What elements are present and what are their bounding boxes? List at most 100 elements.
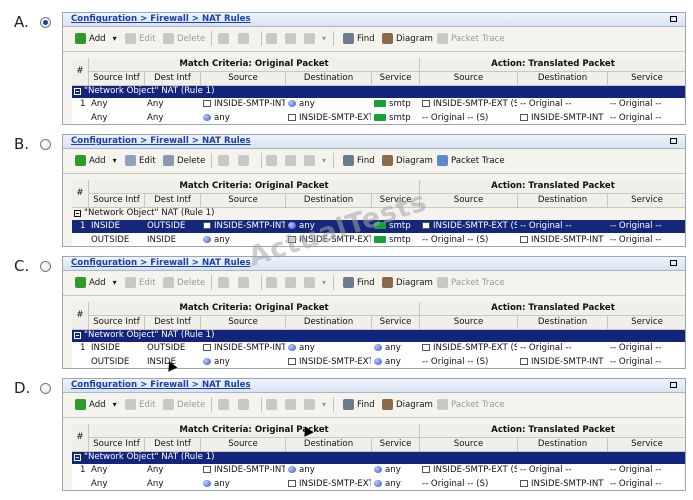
table-row[interactable]: Any Any any INSIDE-SMTP-EXT any -- Original -… [72,478,685,490]
edit-button[interactable]: Edit [125,155,156,166]
cell-text: -- Original -- [610,221,662,231]
table-row[interactable]: Any Any any INSIDE-SMTP-EXT smtp -- Original … [72,112,685,124]
rule-group-row[interactable]: "Network Object" NAT (Rule 1) [72,330,685,342]
move-up-button[interactable] [218,33,229,44]
chevron-down-icon[interactable]: ▾ [322,400,326,409]
move-down-button[interactable] [238,33,249,44]
cell-text: any [385,479,401,489]
find-button[interactable]: Find [343,33,375,44]
table-row[interactable]: 1 Any Any INSIDE-SMTP-INT any any INSIDE-SMTP-… [72,464,685,477]
restore-icon[interactable] [670,382,677,388]
add-button[interactable]: Add ▾ [75,277,117,288]
option-radio[interactable] [40,383,51,394]
delete-button[interactable]: Delete [163,155,205,166]
match-criteria-header: Match Criteria: Original Packet [89,180,420,194]
toolbar-separator [333,153,334,168]
copy-button[interactable] [285,399,296,410]
option-radio[interactable] [40,139,51,150]
chevron-down-icon[interactable]: ▾ [113,400,117,409]
rule-group-row[interactable]: "Network Object" NAT (Rule 1) [72,86,685,98]
column-header-num: # [72,424,89,452]
cut-button[interactable] [266,33,277,44]
edit-button[interactable]: Edit [125,33,156,44]
cut-button[interactable] [266,277,277,288]
move-up-button[interactable] [218,155,229,166]
chevron-down-icon[interactable]: ▾ [322,278,326,287]
collapse-icon[interactable] [74,454,81,461]
find-button[interactable]: Find [343,277,375,288]
add-button[interactable]: Add ▾ [75,33,117,44]
find-button[interactable]: Find [343,399,375,410]
toolbar-separator [261,31,262,46]
cut-button[interactable] [266,155,277,166]
breadcrumb[interactable]: Configuration > Firewall > NAT Rules [71,258,251,268]
chevron-down-icon[interactable]: ▾ [113,278,117,287]
delete-button[interactable]: Delete [163,399,205,410]
diagram-button[interactable]: Diagram [382,33,433,44]
option-radio[interactable] [40,261,51,272]
cell-text: INSIDE-SMTP-EXT [299,357,371,367]
add-button[interactable]: Add ▾ [75,399,117,410]
paste-button[interactable]: ▾ [304,277,326,288]
copy-button[interactable] [285,155,296,166]
edit-button[interactable]: Edit [125,277,156,288]
rule-group-row[interactable]: "Network Object" NAT (Rule 1) [72,452,685,464]
add-button[interactable]: Add ▾ [75,155,117,166]
move-up-button[interactable] [218,277,229,288]
packet-trace-button[interactable]: Packet Trace [437,155,505,166]
paste-button[interactable]: ▾ [304,155,326,166]
breadcrumb[interactable]: Configuration > Firewall > NAT Rules [71,136,251,146]
paste-button[interactable]: ▾ [304,399,326,410]
collapse-icon[interactable] [74,332,81,339]
diagram-label: Diagram [396,155,433,166]
packet-trace-button[interactable]: Packet Trace [437,33,505,44]
cell-service: smtp [374,235,419,245]
chevron-down-icon[interactable]: ▾ [322,34,326,43]
diagram-button[interactable]: Diagram [382,155,433,166]
collapse-icon[interactable] [74,88,81,95]
packet-trace-button[interactable]: Packet Trace [437,277,505,288]
cell-src-intf: Any [91,465,144,475]
breadcrumb[interactable]: Configuration > Firewall > NAT Rules [71,14,251,24]
edit-button[interactable]: Edit [125,399,156,410]
chevron-down-icon[interactable]: ▾ [113,156,117,165]
restore-icon[interactable] [670,16,677,22]
collapse-icon[interactable] [74,210,81,217]
column-header: Source Intf [89,316,145,330]
cell-source: INSIDE-SMTP-INT [203,465,285,475]
restore-icon[interactable] [670,138,677,144]
chevron-down-icon[interactable]: ▾ [113,34,117,43]
delete-button[interactable]: Delete [163,277,205,288]
diagram-button[interactable]: Diagram [382,399,433,410]
delete-button[interactable]: Delete [163,33,205,44]
diagram-button[interactable]: Diagram [382,277,433,288]
move-down-button[interactable] [238,155,249,166]
copy-button[interactable] [285,33,296,44]
column-header: Source [420,438,518,452]
table-row[interactable]: 1 INSIDE OUTSIDE INSIDE-SMTP-INT any any INSID… [72,342,685,355]
cell-service: any [374,343,419,353]
column-header: Service [608,438,685,452]
table-row[interactable]: 1 Any Any INSIDE-SMTP-INT any smtp INSIDE-SMTP… [72,98,685,111]
restore-icon[interactable] [670,260,677,266]
move-down-button[interactable] [238,399,249,410]
table-row[interactable]: OUTSIDE INSIDE any INSIDE-SMTP-EXT smtp -- Or… [72,234,685,246]
option-radio[interactable] [40,17,51,28]
copy-button[interactable] [285,277,296,288]
paste-button[interactable]: ▾ [304,33,326,44]
move-down-button[interactable] [238,277,249,288]
cell-source: INSIDE-SMTP-INT [203,343,285,353]
cell-src-intf: OUTSIDE [91,357,144,367]
tcp-service-icon [374,236,386,243]
breadcrumb[interactable]: Configuration > Firewall > NAT Rules [71,380,251,390]
move-up-button[interactable] [218,399,229,410]
cell-t-destination: -- Original -- [520,343,607,353]
cut-button[interactable] [266,399,277,410]
any-globe-icon [374,480,382,487]
tcp-service-icon [374,100,386,107]
cell-destination: any [288,465,371,475]
chevron-down-icon[interactable]: ▾ [322,156,326,165]
column-header: Source [420,72,518,86]
find-button[interactable]: Find [343,155,375,166]
packet-trace-button[interactable]: Packet Trace [437,399,505,410]
